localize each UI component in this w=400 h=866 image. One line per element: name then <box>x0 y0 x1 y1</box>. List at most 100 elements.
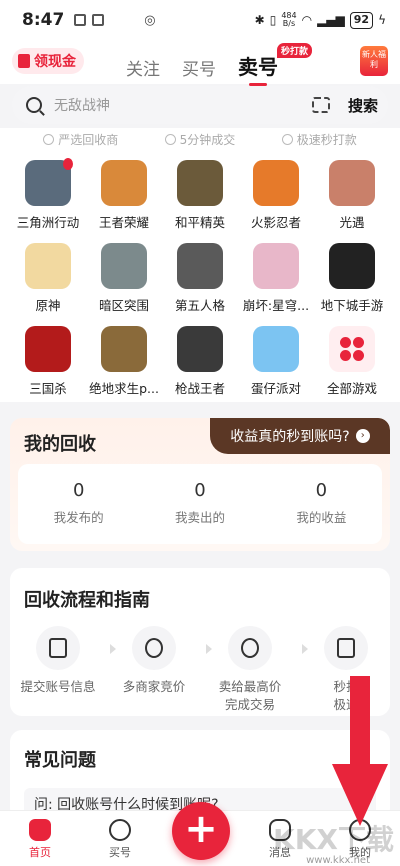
stat-earnings[interactable]: 0 我的收益 <box>261 464 382 544</box>
game-icon <box>177 326 223 372</box>
watermark-url: www.kkx.net <box>306 855 370 866</box>
bluetooth-icon: ✱ <box>254 13 265 27</box>
game-grid-section: 三角洲行动 王者荣耀 和平精英 火影忍者 光遇原神 暗区突围 第五人格 崩坏:星穹... 地下城… <box>0 150 400 402</box>
game-item[interactable]: 光遇 <box>314 160 390 243</box>
game-icon <box>253 243 299 289</box>
game-icon <box>101 326 147 372</box>
search-button[interactable]: 搜索 <box>348 95 378 116</box>
top-tabs: 关注 买号 卖号 秒打款 <box>126 43 312 80</box>
game-icon <box>101 160 147 206</box>
game-item[interactable]: 崩坏:星穹... <box>238 243 314 326</box>
vibrate-icon: ▯ <box>269 13 277 27</box>
game-label: 原神 <box>35 298 61 313</box>
all-games-icon <box>329 326 375 372</box>
stat-published[interactable]: 0 我发布的 <box>18 464 139 544</box>
game-icon <box>101 243 147 289</box>
top-header: 领现金 关注 买号 卖号 秒打款 新人福利 <box>0 40 400 84</box>
feature-item: 极速秒打款 <box>281 128 357 150</box>
game-label: 和平精英 <box>174 215 225 230</box>
publish-add-button[interactable]: + <box>172 802 230 860</box>
stat-value: 0 <box>194 480 206 501</box>
faq-title: 常见问题 <box>24 750 96 771</box>
game-icon <box>253 326 299 372</box>
coin-icon <box>281 133 293 145</box>
game-label: 三角洲行动 <box>16 215 80 230</box>
step-bidding[interactable]: 多商家竞价 <box>106 626 202 714</box>
stat-label: 我卖出的 <box>174 510 225 525</box>
game-item[interactable]: 王者荣耀 <box>86 160 162 243</box>
stat-label: 我的收益 <box>296 510 347 525</box>
game-icon <box>177 160 223 206</box>
watermark-logo: KKX下载 <box>273 823 394 856</box>
wallet-icon <box>337 638 355 658</box>
annotation-arrow-icon <box>332 676 388 826</box>
step-icon-circle <box>324 626 368 670</box>
gallery-notification-icon <box>92 14 105 26</box>
battery-indicator: 92 <box>349 11 374 29</box>
step-arrow-icon <box>302 644 308 654</box>
game-icon <box>329 243 375 289</box>
game-item[interactable]: 绝地求生p... <box>86 326 162 409</box>
tab-sell-account[interactable]: 卖号 秒打款 <box>238 43 312 80</box>
yuan-icon <box>241 638 259 658</box>
game-item[interactable]: 第五人格 <box>162 243 238 326</box>
hot-flame-icon <box>63 158 73 170</box>
game-item[interactable]: 三角洲行动 <box>10 158 86 243</box>
signal-icon: ▂▄▆ <box>317 13 345 27</box>
game-label: 光遇 <box>339 215 365 230</box>
tab-sell-account-label: 卖号 <box>238 55 278 79</box>
tab-follow[interactable]: 关注 <box>126 55 160 80</box>
step-submit-info[interactable]: 提交账号信息 <box>10 626 106 714</box>
status-time: 8:47 <box>22 10 65 30</box>
tab-buy-account[interactable]: 买号 <box>182 55 216 80</box>
promo-banner[interactable]: 收益真的秒到账吗? › <box>210 418 390 454</box>
game-item[interactable]: 暗区突围 <box>86 243 162 326</box>
claim-cash-button[interactable]: 领现金 <box>12 48 84 74</box>
game-item[interactable]: 蛋仔派对 <box>238 326 314 409</box>
cash-icon <box>18 54 30 68</box>
game-icon <box>177 243 223 289</box>
game-label: 绝地求生p... <box>89 381 159 396</box>
feature-item: 严选回收商 <box>43 128 118 150</box>
feature-item: 5分钟成交 <box>164 128 235 150</box>
stat-value: 0 <box>72 480 85 501</box>
newbie-gift-button[interactable]: 新人福利 <box>360 46 388 76</box>
nav-home[interactable]: 首页 <box>0 811 80 866</box>
game-label: 王者荣耀 <box>98 215 149 230</box>
search-bar[interactable]: 无敌战神 搜索 <box>12 86 388 124</box>
game-grid: 三角洲行动 王者荣耀 和平精英 火影忍者 光遇原神 暗区突围 第五人格 崩坏:星穹... 地下城… <box>0 150 400 409</box>
step-label: 多商家竞价 <box>122 679 186 694</box>
step-label: 卖给最高价 完成交易 <box>218 679 282 712</box>
step-icon-circle <box>36 626 80 670</box>
game-item[interactable]: 火影忍者 <box>238 160 314 243</box>
stat-value: 0 <box>315 480 328 501</box>
game-label: 地下城手游 <box>320 298 384 313</box>
game-label: 枪战王者 <box>174 381 225 396</box>
nav-buy[interactable]: 买号 <box>80 811 160 866</box>
game-icon <box>329 160 375 206</box>
game-item[interactable]: 三国杀 <box>10 326 86 409</box>
notification-icons <box>74 14 105 26</box>
status-right: ✱ ▯ 484 B/s ◠ ▂▄▆ 92 ϟ <box>254 11 386 29</box>
nav-buy-label: 买号 <box>109 846 131 859</box>
game-item[interactable]: 全部游戏 <box>314 326 390 409</box>
search-input[interactable]: 无敌战神 <box>54 95 312 115</box>
game-label: 暗区突围 <box>98 298 149 313</box>
net-speed: 484 B/s <box>281 11 297 28</box>
heart-icon <box>43 133 55 145</box>
game-label: 第五人格 <box>174 298 225 313</box>
search-icon <box>26 97 42 113</box>
game-item[interactable]: 枪战王者 <box>162 326 238 409</box>
promo-text: 收益真的秒到账吗? <box>230 429 350 445</box>
stat-sold[interactable]: 0 我卖出的 <box>139 464 260 544</box>
step-sell-highest[interactable]: 卖给最高价 完成交易 <box>202 626 298 714</box>
chevron-right-icon: › <box>355 429 370 443</box>
game-item[interactable]: 和平精英 <box>162 160 238 243</box>
step-icon-circle <box>228 626 272 670</box>
game-icon <box>25 326 71 372</box>
my-recycle-card: 我的回收 收益真的秒到账吗? › 0 我发布的 0 我卖出的 0 我的收益 <box>10 418 390 551</box>
game-item[interactable]: 原神 <box>10 243 86 326</box>
game-item[interactable]: 地下城手游 <box>314 243 390 326</box>
step-arrow-icon <box>206 644 212 654</box>
scan-icon[interactable] <box>311 97 330 113</box>
